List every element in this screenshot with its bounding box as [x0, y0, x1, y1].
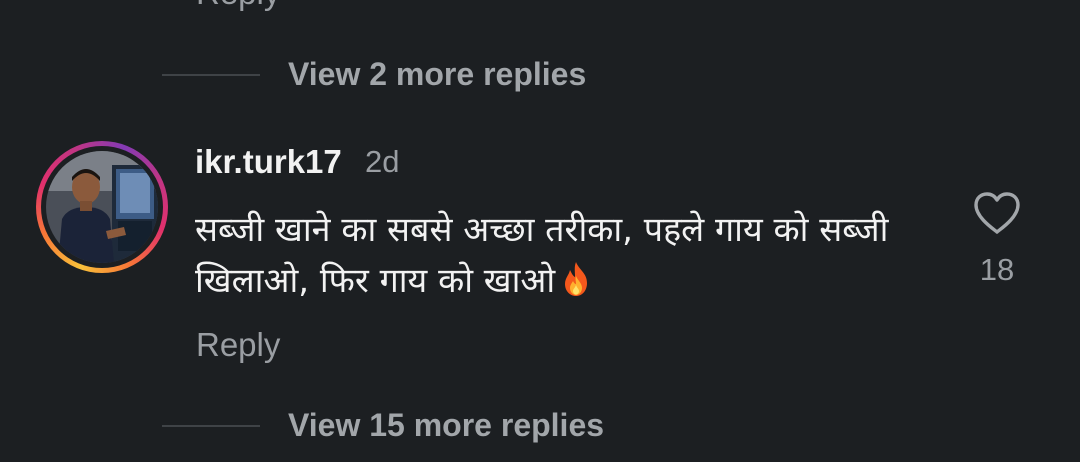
like-count: 18 [979, 252, 1015, 287]
reply-button[interactable]: Reply [196, 326, 280, 364]
comment-timestamp: 2d [365, 144, 400, 179]
comments-thread: Reply View 2 more replies [0, 0, 1080, 462]
previous-reply-button[interactable]: Reply [196, 0, 280, 12]
fire-emoji-icon [557, 260, 595, 313]
avatar-story-ring[interactable] [36, 141, 168, 273]
view-more-replies-label: View 2 more replies [288, 56, 587, 92]
heart-outline-icon [972, 192, 1022, 240]
comment-text: सब्जी खाने का सबसे अच्छा तरीका, पहले गाय… [195, 210, 889, 301]
comment-text-block: सब्जी खाने का सबसे अच्छा तरीका, पहले गाय… [195, 205, 895, 313]
like-button[interactable] [966, 190, 1028, 240]
avatar [46, 151, 158, 263]
view-more-replies-bottom[interactable]: View 15 more replies [162, 407, 604, 444]
divider-line [162, 73, 260, 76]
view-more-replies-top[interactable]: View 2 more replies [162, 56, 586, 93]
divider-line [162, 424, 260, 427]
comment-username[interactable]: ikr.turk17 [195, 143, 342, 181]
view-more-replies-label: View 15 more replies [288, 407, 605, 443]
